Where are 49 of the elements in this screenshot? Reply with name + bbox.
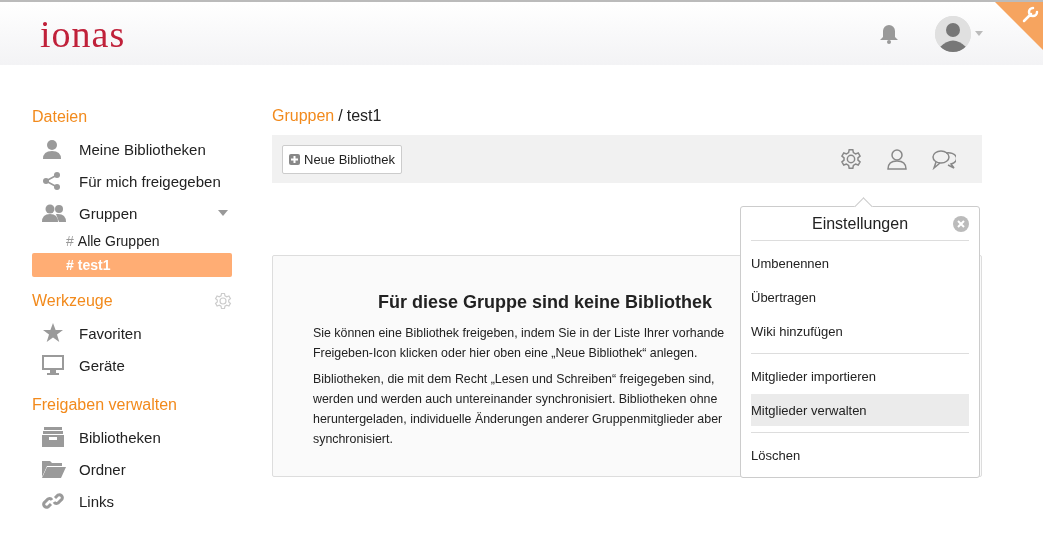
sidebar-item[interactable]: Gruppen xyxy=(32,197,232,229)
sidebar-item[interactable]: Meine Bibliotheken xyxy=(32,133,232,165)
bell-icon[interactable] xyxy=(879,23,899,44)
sidebar-item[interactable]: Für mich freigegeben xyxy=(32,165,232,197)
menu-item[interactable]: Übertragen xyxy=(751,281,969,313)
plus-icon xyxy=(289,153,300,165)
sidebar-item[interactable]: Favoriten xyxy=(32,317,232,349)
sidebar-item[interactable]: Geräte xyxy=(32,349,232,381)
star-icon xyxy=(42,323,64,343)
share-icon xyxy=(42,171,62,191)
sidebar-item[interactable]: Bibliotheken xyxy=(32,421,232,453)
person-icon xyxy=(42,139,62,159)
close-icon[interactable] xyxy=(953,216,969,232)
new-library-button[interactable]: Neue Bibliothek xyxy=(282,144,403,174)
settings-icon[interactable] xyxy=(840,148,862,170)
folder-icon xyxy=(42,459,66,479)
menu-item[interactable]: Umbenennen xyxy=(751,247,969,279)
breadcrumb-current: test1 xyxy=(346,107,382,126)
menu-item[interactable]: Wiki hinzufügen xyxy=(751,315,969,347)
monitor-icon xyxy=(42,355,64,375)
section-heading: Werkzeuge xyxy=(32,292,113,310)
breadcrumb-separator: / xyxy=(338,107,343,126)
text-line: synchronisiert. xyxy=(313,431,393,448)
chat-icon[interactable] xyxy=(932,148,956,170)
text-line: Sie können eine Bibliothek freigeben, indem Sie in der Liste Ihrer vorhande xyxy=(313,325,725,342)
corner-badge[interactable] xyxy=(995,2,1043,50)
group-icon xyxy=(42,203,66,223)
wrench-icon[interactable] xyxy=(1021,6,1039,24)
text-line: Bibliotheken, die mit dem Recht „Lesen und Schreiben“ freigegeben sind, xyxy=(313,371,715,388)
section-heading: Dateien xyxy=(32,108,88,126)
caret-icon[interactable] xyxy=(218,210,228,216)
menu-item[interactable]: Mitglieder verwalten xyxy=(751,394,969,426)
text-line: Freigeben-Icon klicken oder hier oben eine „Neue Bibliothek“ anlegen. xyxy=(313,345,698,362)
archive-icon xyxy=(42,427,64,447)
menu-item[interactable]: Mitglieder importieren xyxy=(751,360,969,392)
empty-state-title: Für diese Gruppe sind keine Bibliothek xyxy=(378,292,713,313)
menu-item[interactable]: Löschen xyxy=(751,439,969,471)
link-icon xyxy=(42,491,64,511)
popup-title: Einstellungen xyxy=(811,214,909,233)
sidebar-item[interactable]: Ordner xyxy=(32,453,232,485)
text-line: werden und werden auch untereinander synchronisiert. Bibliotheken ohne xyxy=(313,391,718,408)
sidebar-subitem[interactable]: # Alle Gruppen xyxy=(32,229,232,253)
logo[interactable]: ionas xyxy=(40,11,126,56)
settings-icon[interactable] xyxy=(214,292,232,310)
section-heading: Freigaben verwalten xyxy=(32,396,177,414)
person-icon[interactable] xyxy=(886,148,908,170)
text-line: heruntergeladen, individuelle Änderungen anderer Gruppenmitglieder aber xyxy=(313,411,723,428)
sidebar-item[interactable]: Links xyxy=(32,485,232,517)
caret-icon[interactable] xyxy=(975,31,983,36)
